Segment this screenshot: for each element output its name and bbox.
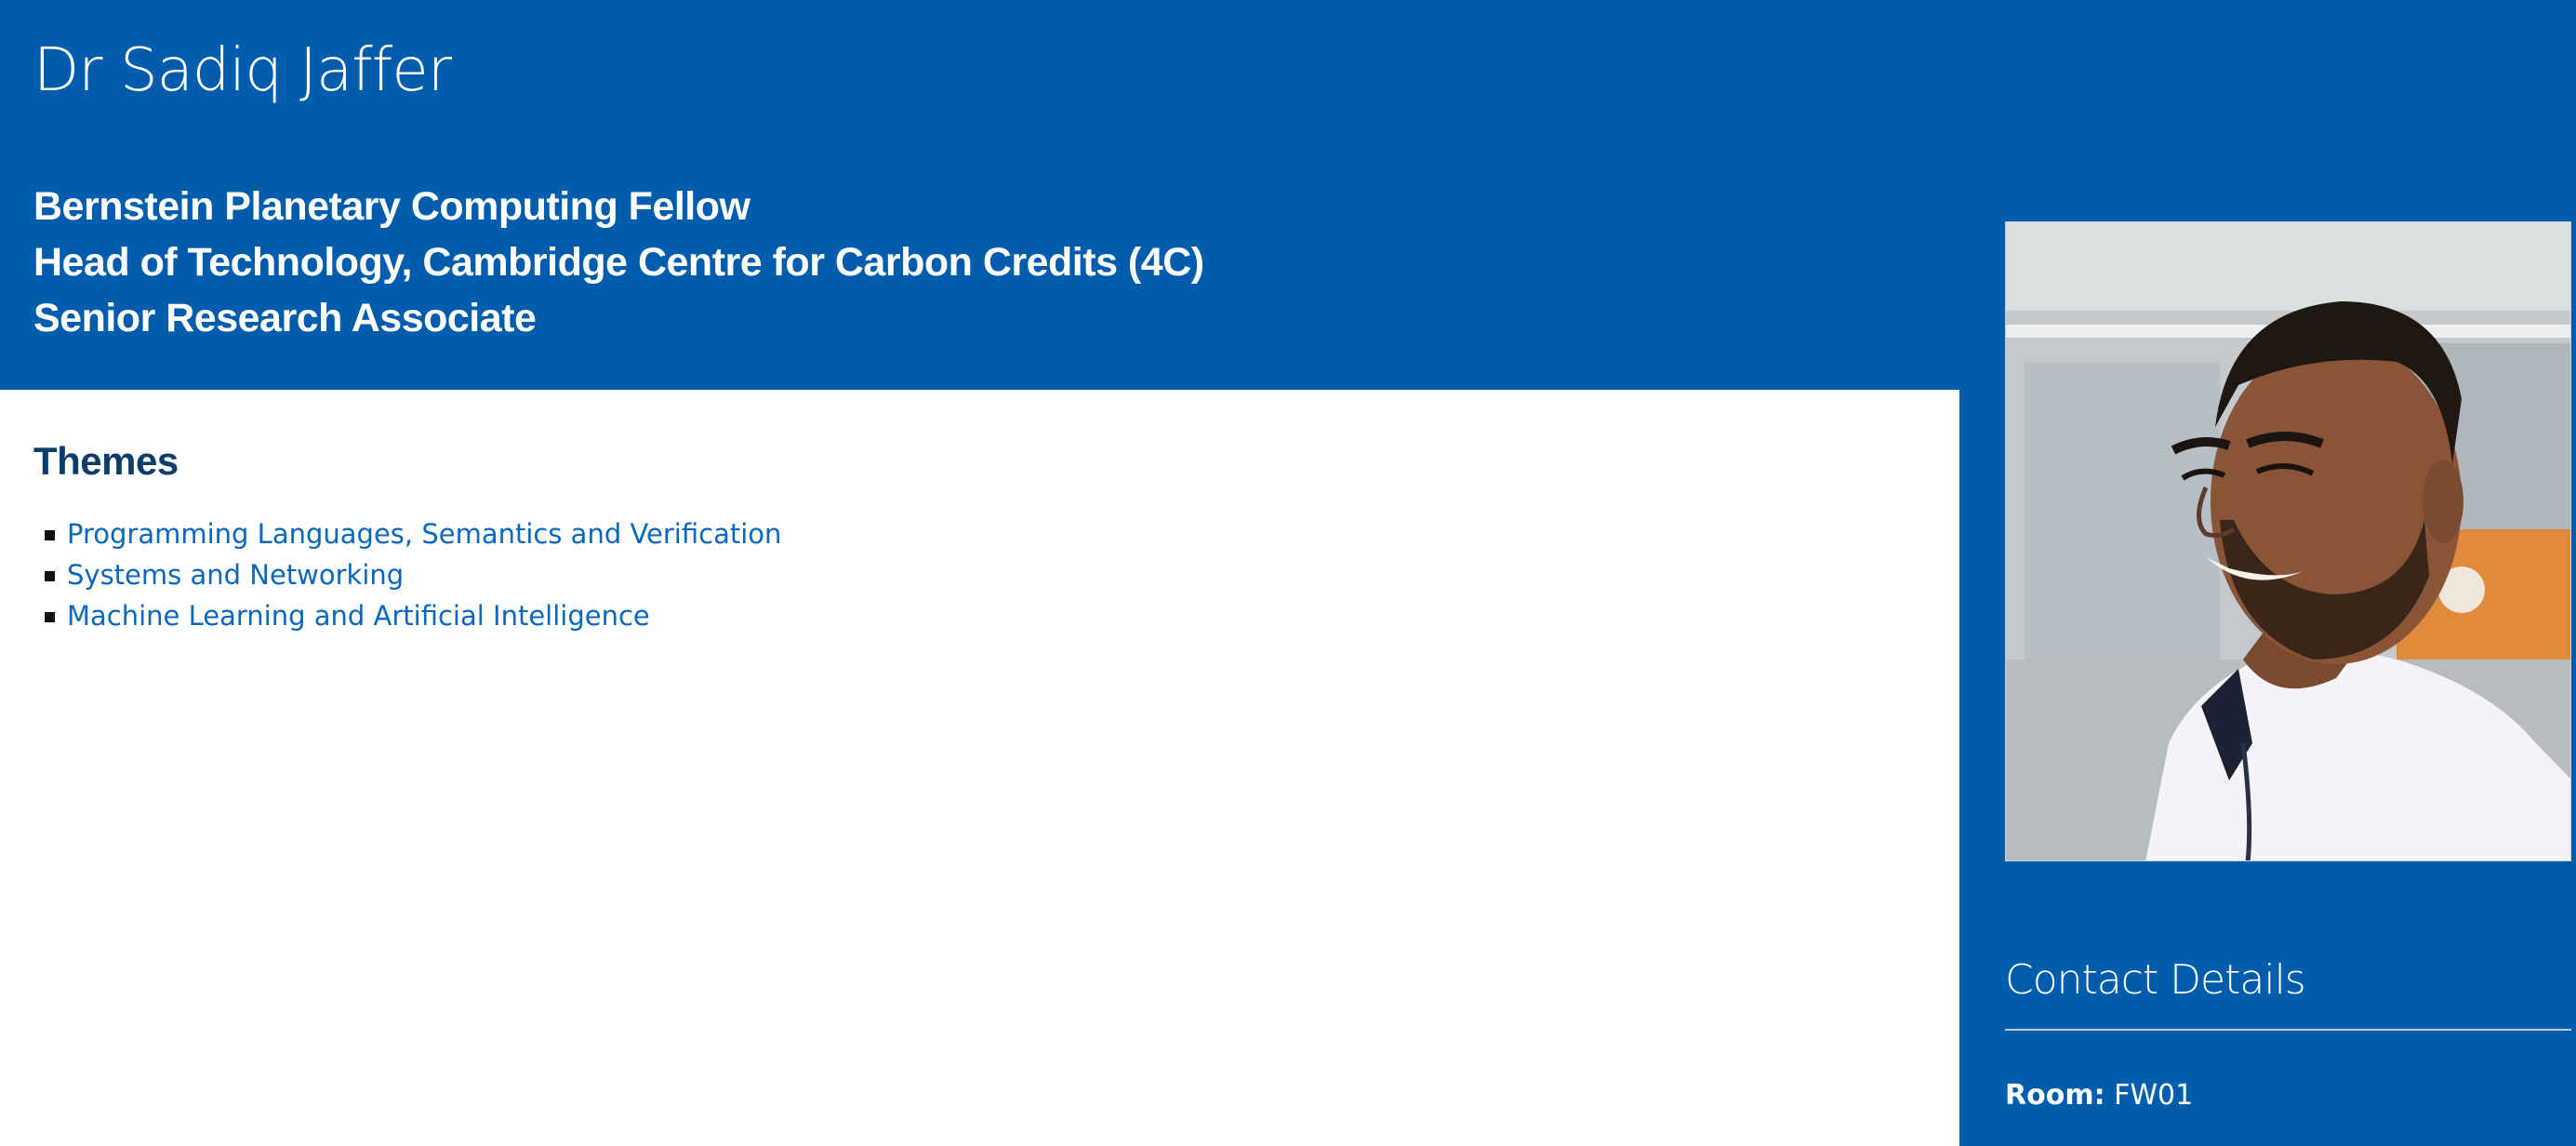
person-name: Dr Sadiq Jaffer	[33, 36, 452, 105]
themes-heading: Themes	[33, 439, 179, 483]
job-titles: Bernstein Planetary Computing Fellow Hea…	[33, 179, 1204, 346]
theme-item: Machine Learning and Artificial Intellig…	[33, 595, 781, 636]
job-title: Bernstein Planetary Computing Fellow	[33, 184, 750, 229]
bullet-icon	[45, 612, 55, 622]
room-label: Room:	[2005, 1079, 2105, 1112]
contact-divider	[2005, 1029, 2571, 1031]
themes-list: Programming Languages, Semantics and Ver…	[33, 513, 781, 636]
theme-item: Programming Languages, Semantics and Ver…	[33, 513, 781, 554]
profile-photo	[2005, 221, 2571, 861]
job-title: Head of Technology, Cambridge Centre for…	[33, 240, 1204, 285]
room-value: FW01	[2114, 1079, 2194, 1112]
bullet-icon	[45, 530, 55, 540]
room-detail: Room: FW01	[2005, 1077, 2193, 1114]
theme-link-machine-learning[interactable]: Machine Learning and Artificial Intellig…	[67, 600, 650, 632]
theme-item: Systems and Networking	[33, 554, 781, 595]
job-title: Senior Research Associate	[33, 296, 537, 340]
bullet-icon	[45, 571, 55, 581]
theme-link-programming-languages[interactable]: Programming Languages, Semantics and Ver…	[67, 518, 781, 550]
contact-details-heading: Contact Details	[2005, 956, 2306, 1004]
theme-link-systems-networking[interactable]: Systems and Networking	[67, 559, 404, 591]
